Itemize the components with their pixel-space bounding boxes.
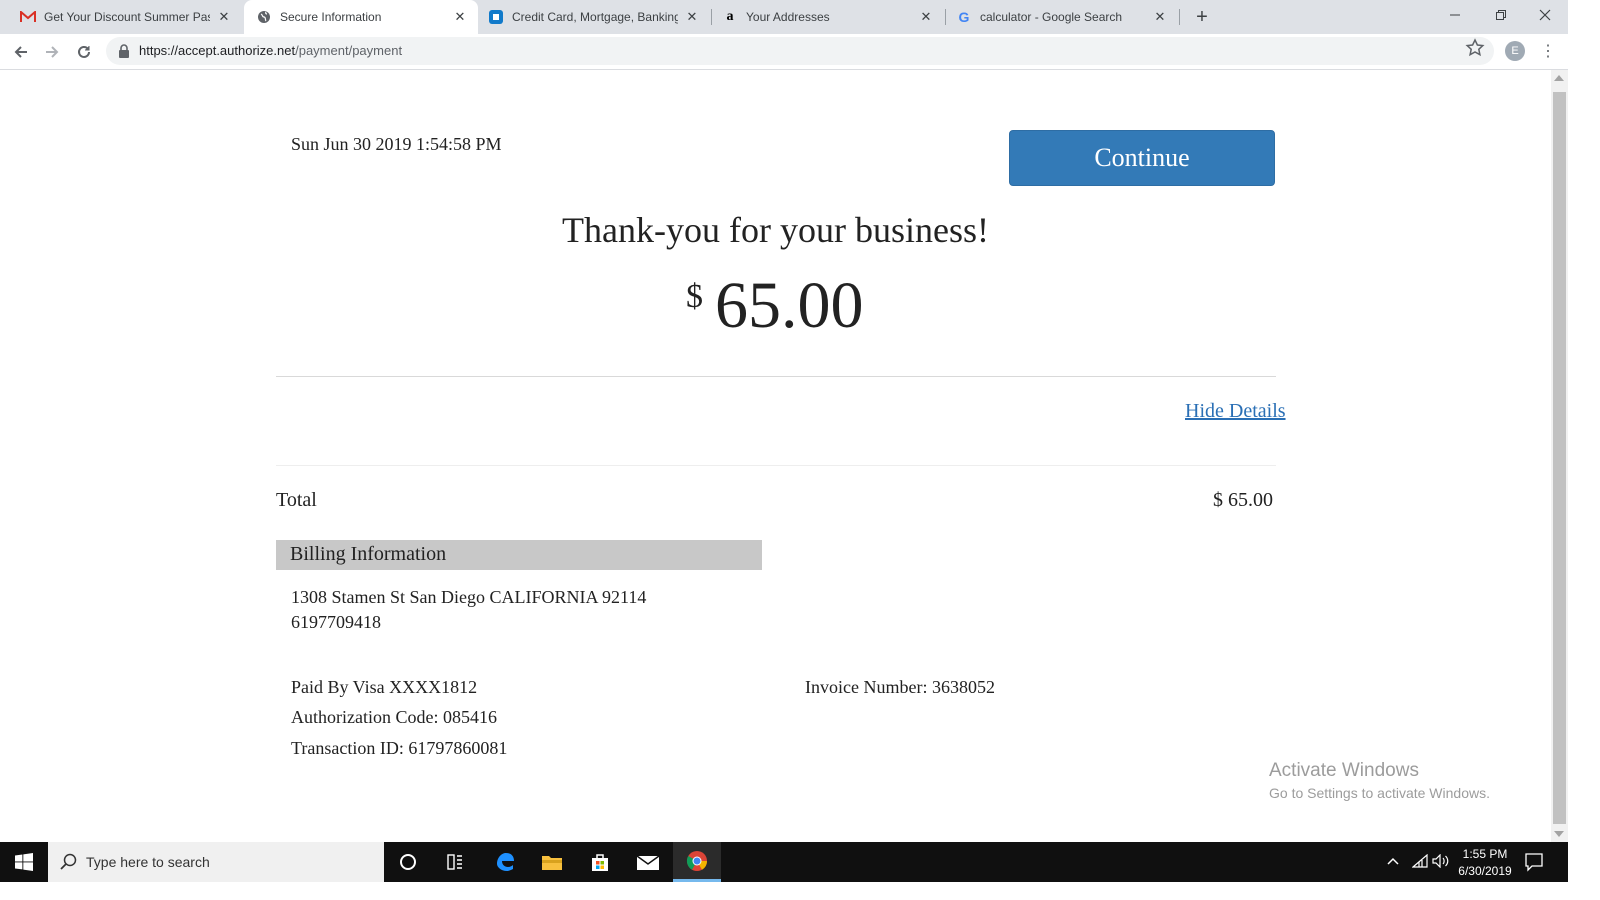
search-placeholder: Type here to search: [86, 854, 210, 870]
tab-amazon[interactable]: a Your Addresses ✕: [714, 0, 944, 34]
transaction-id: Transaction ID: 61797860081: [291, 738, 508, 758]
clock-date: 6/30/2019: [1458, 864, 1512, 878]
chrome-taskbar-button[interactable]: [673, 842, 721, 882]
activate-windows-title: Activate Windows: [1269, 760, 1419, 781]
divider: [276, 465, 1276, 466]
start-button[interactable]: [0, 842, 48, 882]
folder-icon: [542, 856, 562, 870]
mail-button[interactable]: [624, 842, 672, 882]
authorization-code: Authorization Code: 085416: [291, 707, 497, 727]
url-host: https://accept.authorize.net: [139, 43, 296, 58]
file-explorer-button[interactable]: [528, 842, 576, 882]
search-icon: [60, 853, 77, 870]
total-label: Total: [276, 489, 317, 511]
tab-gmail[interactable]: Get Your Discount Summer Pass f ✕: [12, 0, 242, 34]
close-tab-icon[interactable]: ✕: [684, 9, 700, 25]
chrome-icon: [686, 850, 708, 871]
browser-tab-strip: Get Your Discount Summer Pass f ✕ Secure…: [0, 0, 1568, 34]
taskbar-search-box[interactable]: Type here to search: [48, 842, 384, 882]
tab-title: calculator - Google Search: [980, 10, 1123, 24]
clock-time: 1:55 PM: [1462, 847, 1508, 861]
store-bag-icon: [592, 854, 608, 871]
close-tab-icon[interactable]: ✕: [452, 9, 468, 25]
lock-icon: [119, 44, 129, 58]
tab-title: Secure Information: [280, 10, 382, 24]
browser-toolbar: https://accept.authorize.net/payment/pay…: [0, 34, 1568, 70]
reload-button[interactable]: [70, 38, 98, 66]
restore-button[interactable]: [1478, 0, 1524, 30]
new-tab-button[interactable]: +: [1190, 5, 1214, 29]
google-icon: G: [958, 9, 970, 25]
billing-information-header: Billing Information: [276, 540, 762, 570]
transaction-datetime: Sun Jun 30 2019 1:54:58 PM: [291, 134, 502, 154]
close-tab-icon[interactable]: ✕: [216, 9, 232, 25]
profile-avatar[interactable]: E: [1505, 41, 1525, 61]
close-tab-icon[interactable]: ✕: [1152, 9, 1168, 25]
back-arrow-icon: [14, 46, 27, 58]
forward-button[interactable]: [38, 38, 66, 66]
total-value: $ 65.00: [1213, 489, 1273, 511]
tab-secure-information[interactable]: Secure Information ✕: [244, 0, 478, 34]
task-view-icon: [447, 854, 462, 870]
forward-arrow-icon: [46, 46, 59, 58]
gmail-icon: [20, 9, 36, 25]
billing-phone: 6197709418: [291, 612, 381, 632]
tab-separator: [711, 9, 712, 25]
scrollbar-thumb[interactable]: [1553, 92, 1566, 824]
windows-logo-icon: [15, 853, 33, 871]
amount-display: $ 65.00: [686, 268, 864, 344]
cortana-button[interactable]: [384, 842, 432, 882]
invoice-number: Invoice Number: 3638052: [805, 677, 995, 697]
mail-icon: [636, 855, 660, 870]
action-center-button[interactable]: [1524, 852, 1544, 877]
scroll-down-arrow-icon[interactable]: [1554, 831, 1564, 837]
hide-details-link[interactable]: Hide Details: [1185, 400, 1286, 423]
browser-menu-icon[interactable]: ⋮: [1538, 41, 1558, 61]
cortana-icon: [400, 854, 416, 870]
edge-icon: [497, 853, 514, 871]
continue-button[interactable]: Continue: [1009, 130, 1275, 186]
tab-separator: [1179, 9, 1180, 25]
windows-taskbar: Type here to search 1:55 PM 6/30/2019: [0, 842, 1568, 882]
tab-title: Your Addresses: [746, 10, 830, 24]
store-button[interactable]: [576, 842, 624, 882]
url-path: /payment/payment: [295, 43, 403, 58]
notification-icon: [1525, 853, 1543, 872]
back-button[interactable]: [7, 38, 35, 66]
close-window-button[interactable]: [1522, 0, 1568, 30]
address-bar[interactable]: https://accept.authorize.net/payment/pay…: [106, 37, 1494, 65]
reload-icon: [78, 45, 90, 58]
scroll-up-arrow-icon[interactable]: [1554, 75, 1564, 81]
billing-address: 1308 Stamen St San Diego CALIFORNIA 9211…: [291, 587, 647, 607]
minimize-button[interactable]: [1432, 0, 1478, 30]
tab-title: Get Your Discount Summer Pass f: [44, 10, 210, 24]
task-view-button[interactable]: [431, 842, 479, 882]
network-icon[interactable]: [1411, 853, 1428, 873]
tab-separator: [945, 9, 946, 25]
tab-title: Credit Card, Mortgage, Banking, A: [512, 10, 678, 24]
chase-icon: [488, 9, 504, 25]
divider: [276, 376, 1276, 377]
amount-currency: $: [686, 278, 703, 315]
receipt-page: Sun Jun 30 2019 1:54:58 PM Continue Than…: [0, 70, 1551, 842]
page-scrollbar[interactable]: [1551, 70, 1568, 842]
tab-google-search[interactable]: G calculator - Google Search ✕: [948, 0, 1178, 34]
amount-value: 65.00: [715, 269, 864, 342]
billing-header-label: Billing Information: [290, 543, 447, 565]
show-hidden-icons-chevron-icon[interactable]: [1386, 854, 1400, 873]
edge-taskbar-button[interactable]: [481, 842, 529, 882]
amazon-icon: a: [726, 9, 734, 24]
close-tab-icon[interactable]: ✕: [918, 9, 934, 25]
globe-icon: [256, 9, 272, 25]
bookmark-star-icon[interactable]: [1465, 38, 1485, 58]
volume-icon[interactable]: [1432, 853, 1450, 873]
thank-you-heading: Thank-you for your business!: [562, 210, 989, 250]
url-text: https://accept.authorize.net/payment/pay…: [139, 43, 402, 58]
taskbar-clock[interactable]: 1:55 PM 6/30/2019: [1450, 846, 1520, 880]
activate-windows-subtitle: Go to Settings to activate Windows.: [1269, 785, 1490, 801]
tab-chase[interactable]: Credit Card, Mortgage, Banking, A ✕: [480, 0, 710, 34]
paid-by: Paid By Visa XXXX1812: [291, 677, 478, 697]
